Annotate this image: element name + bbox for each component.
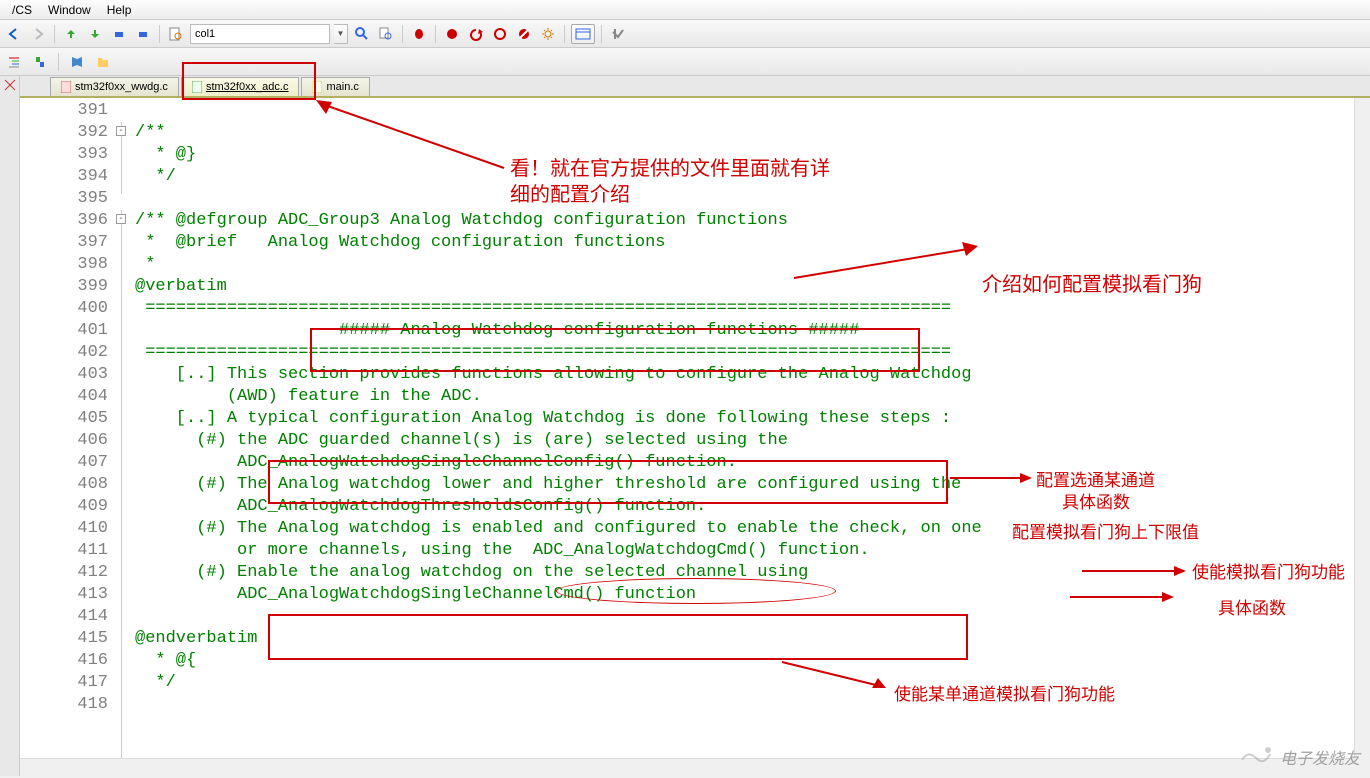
separator bbox=[564, 25, 565, 43]
tab-wwdg[interactable]: stm32f0xx_wwdg.c bbox=[50, 77, 179, 96]
search-file-icon[interactable] bbox=[166, 24, 186, 44]
menu-help[interactable]: Help bbox=[99, 1, 140, 19]
menu-bar: /CS Window Help bbox=[0, 0, 1370, 20]
menu-vcs[interactable]: /CS bbox=[4, 1, 40, 19]
redo-icon[interactable] bbox=[133, 24, 153, 44]
tab-main[interactable]: main.c bbox=[301, 77, 369, 96]
code-editor[interactable]: 3913923933943953963973983994004014024034… bbox=[20, 98, 1370, 758]
separator bbox=[402, 25, 403, 43]
folder-book-icon[interactable] bbox=[93, 52, 113, 72]
find-icon[interactable] bbox=[352, 24, 372, 44]
separator bbox=[159, 25, 160, 43]
tab-adc[interactable]: stm32f0xx_adc.c bbox=[181, 77, 300, 96]
forward-icon[interactable] bbox=[28, 24, 48, 44]
horizontal-scrollbar[interactable] bbox=[20, 758, 1354, 774]
fold-column: - - bbox=[112, 98, 132, 758]
options-icon[interactable] bbox=[608, 24, 628, 44]
tab-label: main.c bbox=[326, 81, 358, 93]
c-file-icon bbox=[312, 81, 322, 93]
code-content[interactable]: /** * @} *//** @defgroup ADC_Group3 Anal… bbox=[135, 98, 1370, 716]
settings-icon[interactable] bbox=[538, 24, 558, 44]
c-file-icon bbox=[61, 81, 71, 93]
line-number-gutter: 3913923933943953963973983994004014024034… bbox=[20, 98, 112, 716]
separator bbox=[54, 25, 55, 43]
main-toolbar: ▼ bbox=[0, 20, 1370, 48]
tab-label: stm32f0xx_wwdg.c bbox=[75, 81, 168, 93]
sidebar-close-icon[interactable] bbox=[3, 78, 17, 92]
bookmark-prev-icon[interactable] bbox=[61, 24, 81, 44]
separator bbox=[601, 25, 602, 43]
toggle-header-icon[interactable] bbox=[30, 52, 50, 72]
debug-icon[interactable] bbox=[409, 24, 429, 44]
menu-window[interactable]: Window bbox=[40, 1, 99, 19]
separator bbox=[58, 53, 59, 71]
stop-icon[interactable] bbox=[466, 24, 486, 44]
book-icon[interactable] bbox=[67, 52, 87, 72]
search-dropdown-icon[interactable]: ▼ bbox=[334, 24, 348, 44]
indent-icon[interactable] bbox=[4, 52, 24, 72]
vertical-scrollbar[interactable] bbox=[1354, 98, 1370, 758]
back-icon[interactable] bbox=[4, 24, 24, 44]
window-layout-icon[interactable] bbox=[571, 24, 595, 44]
find-in-files-icon[interactable] bbox=[376, 24, 396, 44]
tab-label: stm32f0xx_adc.c bbox=[206, 81, 289, 93]
fold-toggle-icon[interactable]: - bbox=[116, 126, 126, 136]
secondary-toolbar bbox=[0, 48, 1370, 76]
breakpoint-icon[interactable] bbox=[490, 24, 510, 44]
left-sidebar-collapsed[interactable] bbox=[0, 76, 20, 776]
bookmark-next-icon[interactable] bbox=[85, 24, 105, 44]
c-file-icon bbox=[192, 81, 202, 93]
undo-icon[interactable] bbox=[109, 24, 129, 44]
editor-tab-bar: stm32f0xx_wwdg.c stm32f0xx_adc.c main.c bbox=[20, 76, 1370, 98]
fold-toggle-icon[interactable]: - bbox=[116, 214, 126, 224]
separator bbox=[435, 25, 436, 43]
watermark: 电子发烧友 bbox=[1238, 742, 1360, 772]
record-icon[interactable] bbox=[442, 24, 462, 44]
disable-bp-icon[interactable] bbox=[514, 24, 534, 44]
watermark-text: 电子发烧友 bbox=[1280, 745, 1360, 769]
search-input[interactable] bbox=[190, 24, 330, 44]
